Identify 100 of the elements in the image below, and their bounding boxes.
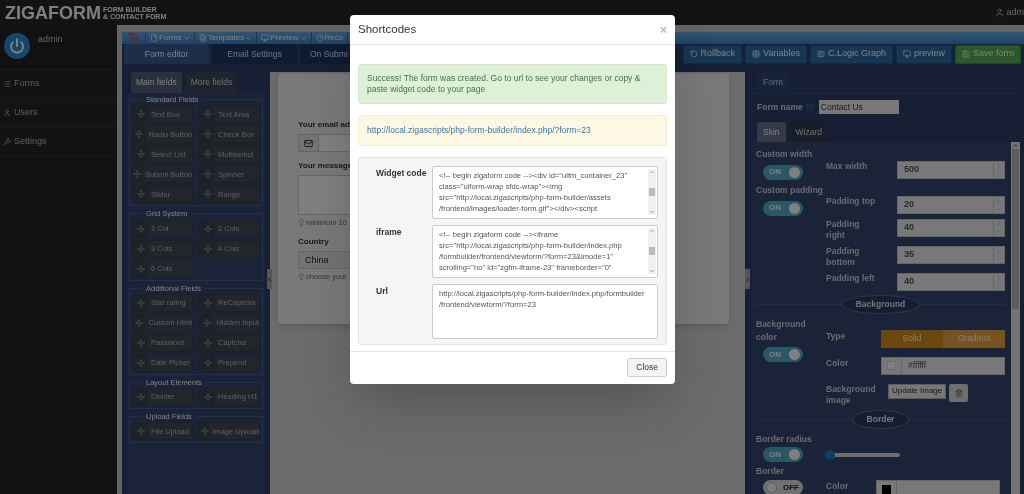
toggle-switch[interactable]: ON <box>763 164 803 180</box>
color-swatch <box>882 484 891 494</box>
stepper[interactable] <box>994 196 1005 214</box>
stepper[interactable] <box>994 273 1005 291</box>
scrollbar[interactable] <box>1011 142 1020 494</box>
panel-tab[interactable]: Form <box>757 72 789 93</box>
segment-button[interactable]: Gradient <box>943 329 1005 348</box>
rotate-icon <box>689 50 698 58</box>
slider-thumb[interactable] <box>824 449 835 460</box>
setting-label: Custom padding <box>756 183 825 197</box>
toolbar-button[interactable]: Variables <box>745 44 807 64</box>
toggle-switch[interactable]: ON <box>763 200 803 216</box>
number-field[interactable]: 20 <box>897 196 994 214</box>
field-label: Country <box>298 236 329 249</box>
caret-icon <box>299 34 307 42</box>
form-name-field[interactable]: Contact Us <box>818 100 899 114</box>
field-label: Your email ad <box>298 119 350 131</box>
setting-label: Type <box>826 329 846 343</box>
stepper[interactable] <box>994 161 1005 179</box>
monitor-icon <box>902 50 911 58</box>
number-field[interactable]: 35 <box>897 246 994 264</box>
chevron-up-icon <box>649 227 655 234</box>
expand-handle[interactable] <box>745 269 750 289</box>
number-field[interactable]: 40 <box>897 273 994 291</box>
update-image-button[interactable]: Update Image <box>888 383 947 399</box>
field-label: Form name <box>757 100 803 114</box>
toggle-switch[interactable]: ON <box>763 447 803 463</box>
move-icon <box>136 224 145 233</box>
toolbar-button[interactable]: Save form <box>955 44 1021 64</box>
move-icon <box>203 150 212 159</box>
setting-label: Background color <box>756 317 807 344</box>
move-icon <box>136 110 145 119</box>
editor-tab[interactable]: Form editor <box>124 44 209 64</box>
setting-label: Color <box>826 480 850 493</box>
user-name[interactable]: adm <box>1006 5 1024 20</box>
color-field[interactable]: #ffffff <box>881 356 1005 375</box>
chevron-left-icon <box>267 276 272 282</box>
scroll-thumb[interactable] <box>649 187 655 196</box>
toolbar-button[interactable]: preview <box>895 44 952 64</box>
stepper[interactable] <box>994 219 1005 237</box>
move-icon <box>203 130 212 139</box>
move-icon <box>136 264 145 273</box>
close-button[interactable]: × <box>660 20 667 39</box>
move-icon <box>203 110 212 119</box>
skin-tab[interactable]: Skin <box>757 122 786 142</box>
success-alert: Success! The form was created. Go to url to see your changes or copy & paste widget code to your page <box>358 64 667 104</box>
toolbar-button[interactable]: C.Logic Graph <box>809 44 893 64</box>
number-field[interactable]: 40 <box>897 219 994 237</box>
segment-button[interactable]: Solid <box>881 329 943 348</box>
move-icon <box>133 170 142 179</box>
toolbar-button[interactable]: Rollback <box>682 44 743 64</box>
section-heading: Background <box>840 295 921 314</box>
move-icon <box>136 338 145 347</box>
move-icon <box>203 393 212 401</box>
setting-label: Custom width <box>756 148 814 161</box>
chevron-down-icon <box>649 208 655 215</box>
number-field[interactable]: 500 <box>897 161 994 179</box>
help-icon <box>315 34 324 42</box>
color-field[interactable] <box>876 480 1000 494</box>
close-dialog-button[interactable]: Close <box>627 358 667 378</box>
move-icon <box>135 130 144 139</box>
collapse-handle[interactable] <box>267 269 272 289</box>
move-icon <box>135 318 144 327</box>
setting-label: Padding right <box>826 219 861 241</box>
stepper[interactable] <box>994 246 1005 264</box>
scrollbar[interactable] <box>648 168 656 215</box>
dialog-title: Shortcodes <box>358 21 417 37</box>
move-icon <box>203 190 212 199</box>
scrollbar[interactable] <box>648 227 656 274</box>
setting-label: Padding left <box>826 273 876 284</box>
chevron-right-icon <box>745 276 750 282</box>
monitor-icon <box>261 34 270 42</box>
document-icon <box>198 34 207 42</box>
skin-tab[interactable]: Wizard <box>789 122 828 142</box>
code-label: iframe <box>375 225 403 239</box>
bulb-icon <box>298 219 305 227</box>
move-icon <box>136 190 145 199</box>
editor-tab[interactable]: Email Settings <box>212 44 297 64</box>
setting-label: Max width <box>826 161 869 172</box>
scroll-thumb[interactable] <box>649 246 655 255</box>
table-icon <box>752 50 761 58</box>
code-label: Url <box>375 284 389 298</box>
list-icon <box>3 80 11 88</box>
code-label: Widget code <box>375 166 428 180</box>
caret-icon <box>182 34 190 42</box>
form-link[interactable]: http://local.zigascripts/php-form-builder/index.php/?form=23 <box>367 124 591 137</box>
move-icon <box>203 298 212 307</box>
user-icon <box>995 8 1005 17</box>
move-icon <box>136 150 145 159</box>
delete-button[interactable] <box>949 383 969 402</box>
setting-label: Padding top <box>826 196 877 207</box>
move-icon <box>203 244 212 253</box>
chevron-up-icon <box>649 168 655 175</box>
setting-label: Border radius <box>756 432 813 446</box>
toggle-switch[interactable]: ON <box>763 347 803 363</box>
chevron-up-icon <box>1012 142 1019 149</box>
map-icon <box>816 50 825 58</box>
palette-tab[interactable]: More fields <box>185 72 238 93</box>
toggle-switch[interactable]: OFF <box>763 480 803 494</box>
palette-tab[interactable]: Main fields <box>131 72 182 93</box>
